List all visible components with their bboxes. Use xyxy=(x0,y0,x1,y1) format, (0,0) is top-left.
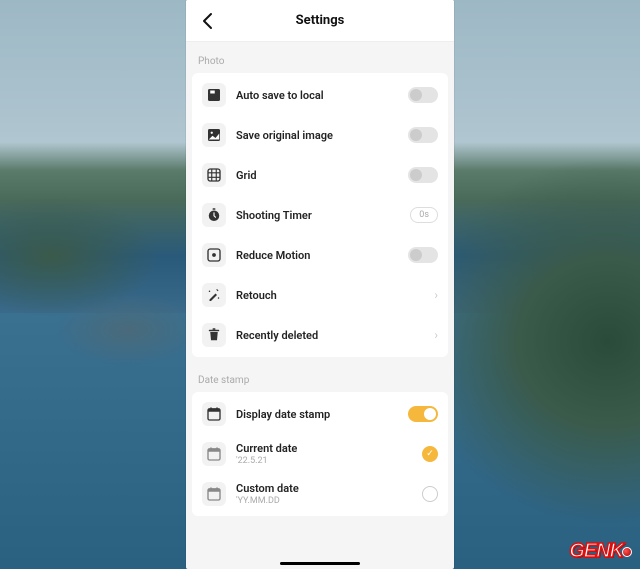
row-label: Reduce Motion xyxy=(236,249,398,262)
home-indicator[interactable] xyxy=(280,562,360,565)
chevron-right-icon: › xyxy=(434,328,438,342)
row-shooting-timer[interactable]: Shooting Timer 0s xyxy=(192,195,448,235)
grid-icon xyxy=(202,163,226,187)
row-label: Current date xyxy=(236,442,412,455)
row-sublabel: '22.5.21 xyxy=(236,456,412,466)
row-label: Auto save to local xyxy=(236,89,398,102)
row-display-date-stamp[interactable]: Display date stamp xyxy=(192,394,448,434)
toggle-save-original[interactable] xyxy=(408,127,438,143)
trash-icon xyxy=(202,323,226,347)
row-label: Shooting Timer xyxy=(236,209,400,222)
image-icon xyxy=(202,123,226,147)
section-label-date-stamp: Date stamp xyxy=(192,367,448,392)
toggle-auto-save[interactable] xyxy=(408,87,438,103)
row-label: Grid xyxy=(236,169,398,182)
timer-icon xyxy=(202,203,226,227)
radio-custom-date[interactable] xyxy=(422,486,438,502)
chevron-left-icon xyxy=(196,9,220,33)
toggle-display-date-stamp[interactable] xyxy=(408,406,438,422)
section-label-photo: Photo xyxy=(192,48,448,73)
motion-icon xyxy=(202,243,226,267)
toggle-grid[interactable] xyxy=(408,167,438,183)
row-label: Retouch xyxy=(236,289,424,302)
chevron-right-icon: › xyxy=(434,288,438,302)
row-label: Recently deleted xyxy=(236,329,424,342)
retouch-icon xyxy=(202,283,226,307)
header-bar: Settings xyxy=(186,0,454,42)
save-icon xyxy=(202,83,226,107)
row-label: Display date stamp xyxy=(236,408,398,421)
back-button[interactable] xyxy=(196,9,220,33)
radio-current-date[interactable] xyxy=(422,446,438,462)
watermark: GENK xyxy=(569,540,632,563)
row-grid[interactable]: Grid xyxy=(192,155,448,195)
row-label: Save original image xyxy=(236,129,398,142)
row-reduce-motion[interactable]: Reduce Motion xyxy=(192,235,448,275)
toggle-reduce-motion[interactable] xyxy=(408,247,438,263)
watermark-text: GENK xyxy=(569,540,623,563)
row-save-original[interactable]: Save original image xyxy=(192,115,448,155)
timer-value-button[interactable]: 0s xyxy=(410,207,438,223)
page-title: Settings xyxy=(186,13,454,28)
row-current-date[interactable]: Current date '22.5.21 xyxy=(192,434,448,474)
row-label: Custom date xyxy=(236,482,412,495)
section-date-stamp: Display date stamp Current date '22.5.21 xyxy=(192,392,448,516)
section-photo: Auto save to local Save original image G… xyxy=(192,73,448,357)
row-auto-save[interactable]: Auto save to local xyxy=(192,75,448,115)
row-custom-date[interactable]: Custom date 'YY.MM.DD xyxy=(192,474,448,514)
row-sublabel: 'YY.MM.DD xyxy=(236,496,412,506)
row-recently-deleted[interactable]: Recently deleted › xyxy=(192,315,448,355)
phone-frame: Settings Photo Auto save to local Save o… xyxy=(186,0,454,569)
calendar-icon xyxy=(202,442,226,466)
settings-scroll[interactable]: Photo Auto save to local Save original i… xyxy=(186,42,454,569)
watermark-dot-icon xyxy=(622,547,632,557)
calendar-icon xyxy=(202,402,226,426)
calendar-icon xyxy=(202,482,226,506)
row-retouch[interactable]: Retouch › xyxy=(192,275,448,315)
